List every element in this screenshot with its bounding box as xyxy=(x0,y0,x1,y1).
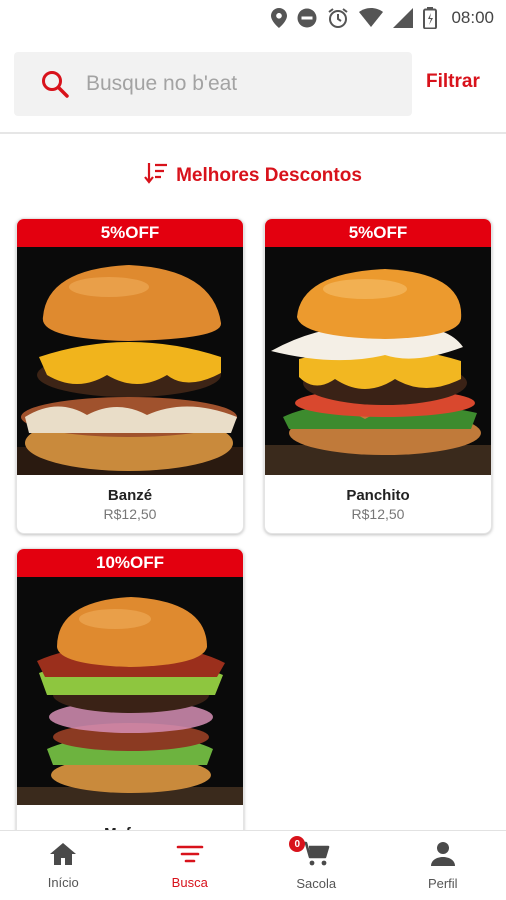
product-info: Panchito R$12,50 xyxy=(265,475,491,533)
filter-icon xyxy=(176,842,204,871)
search-icon[interactable] xyxy=(38,67,72,101)
discount-badge: 5%OFF xyxy=(265,219,491,247)
location-icon xyxy=(271,8,288,28)
product-card[interactable]: 10%OFF Mufasa xyxy=(16,548,244,864)
home-icon xyxy=(49,842,77,871)
nav-item-perfil[interactable]: Perfil xyxy=(380,831,506,900)
wifi-icon xyxy=(359,8,384,28)
product-name: Panchito xyxy=(346,486,410,504)
nav-label: Início xyxy=(47,874,79,890)
filter-button[interactable]: Filtrar xyxy=(426,71,480,93)
sort-label: Melhores Descontos xyxy=(176,164,362,186)
search-header: Filtrar xyxy=(0,36,506,134)
sort-icon xyxy=(144,162,168,189)
discount-badge: 5%OFF xyxy=(17,219,243,247)
nav-item-inicio[interactable]: Início xyxy=(0,831,127,900)
search-input[interactable] xyxy=(86,72,386,96)
discount-badge: 10%OFF xyxy=(17,549,243,577)
status-bar: 08:00 xyxy=(0,0,506,36)
product-name: Banzé xyxy=(107,486,153,504)
product-image xyxy=(17,247,243,475)
sort-selector[interactable]: Melhores Descontos xyxy=(0,162,506,189)
cart-icon xyxy=(301,841,331,872)
nav-label: Sacola xyxy=(296,875,337,891)
battery-icon xyxy=(423,7,438,29)
person-icon xyxy=(430,841,456,872)
product-card[interactable]: 5%OFF Banzé R$12,50 xyxy=(16,218,244,534)
search-box[interactable] xyxy=(14,52,412,116)
product-image xyxy=(265,247,491,475)
nav-label: Busca xyxy=(171,874,208,890)
nav-item-busca[interactable]: Busca xyxy=(127,831,254,900)
product-price: R$12,50 xyxy=(103,505,157,522)
product-card[interactable]: 5%OFF Panchito R$12,50 xyxy=(264,218,492,534)
alarm-icon xyxy=(327,7,349,29)
bottom-navigation: Início Busca 0 Sacola Perfil xyxy=(0,830,506,900)
status-time: 08:00 xyxy=(451,8,494,27)
product-image xyxy=(17,577,243,805)
nav-item-sacola[interactable]: 0 Sacola xyxy=(253,831,380,900)
signal-icon xyxy=(393,8,414,28)
nav-label: Perfil xyxy=(427,875,458,891)
product-info: Banzé R$12,50 xyxy=(17,475,243,533)
do-not-disturb-icon xyxy=(297,8,317,28)
product-price: R$12,50 xyxy=(351,505,405,522)
